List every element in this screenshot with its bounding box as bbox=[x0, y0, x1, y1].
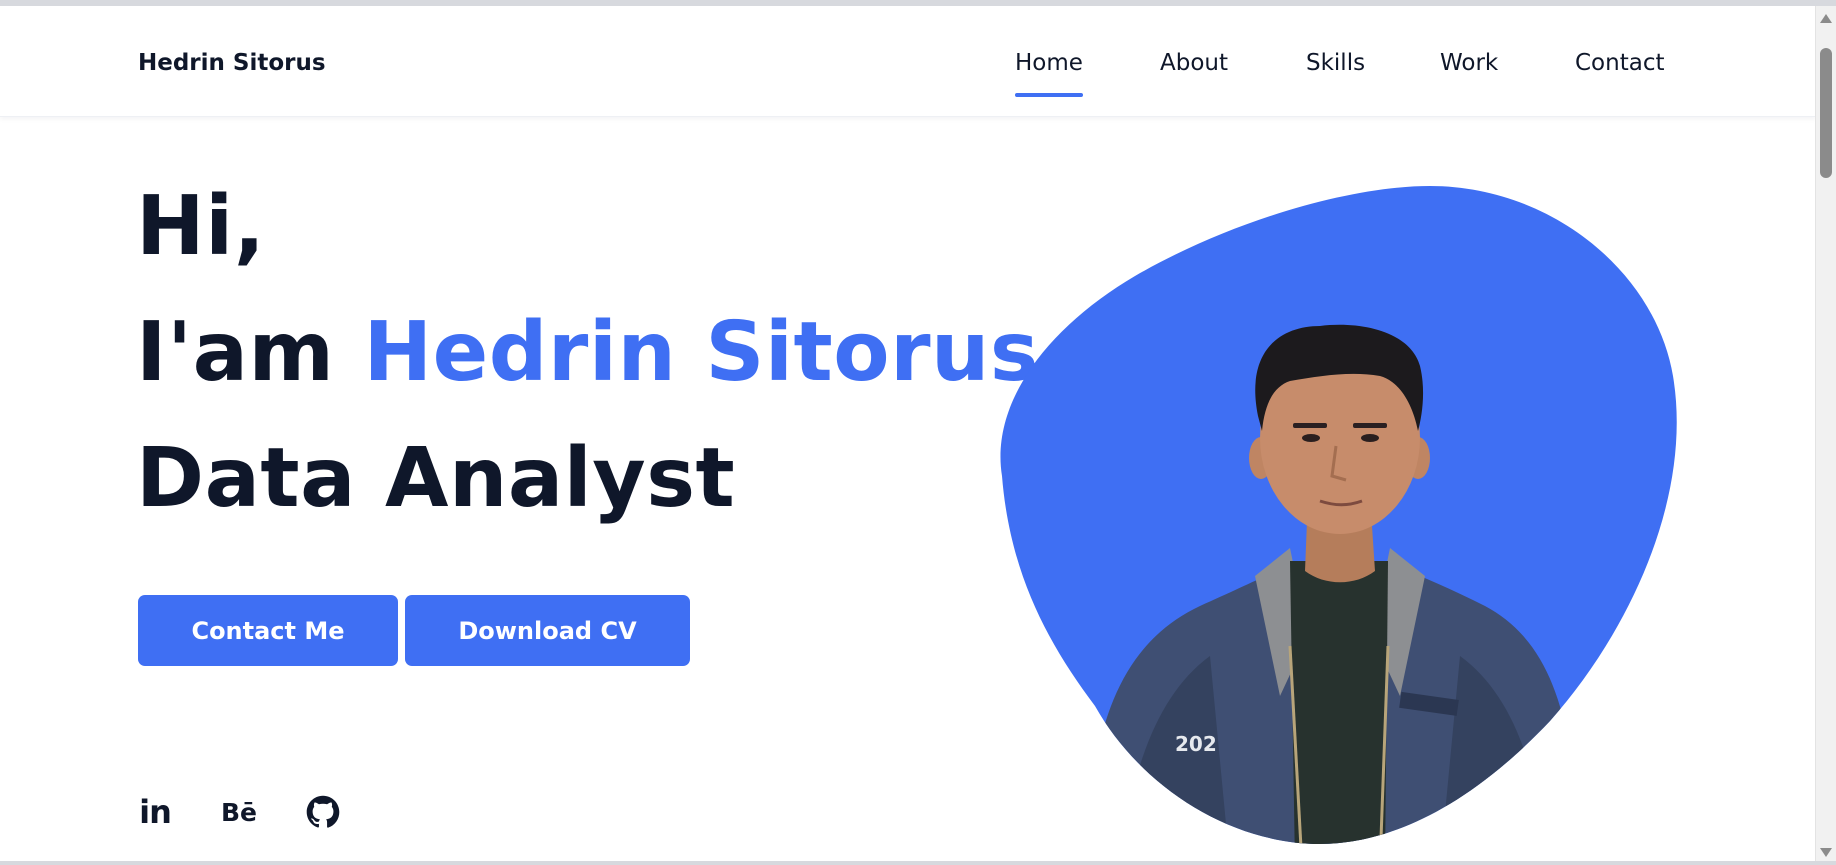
jacket-text: 202 bbox=[1175, 732, 1217, 756]
hero-intro-prefix: I'am bbox=[136, 305, 335, 400]
hero-portrait-blob: 202 bbox=[1000, 186, 1677, 844]
browser-window: Hedrin Sitorus Home About Skills Work Co… bbox=[0, 0, 1836, 865]
nav-home[interactable]: Home bbox=[1015, 50, 1083, 97]
contact-me-button[interactable]: Contact Me bbox=[138, 595, 398, 666]
hero-greeting: Hi, bbox=[136, 179, 266, 274]
nav-work[interactable]: Work bbox=[1440, 50, 1498, 76]
brand-logo[interactable]: Hedrin Sitorus bbox=[138, 50, 326, 76]
github-icon[interactable] bbox=[303, 792, 343, 832]
behance-icon[interactable]: Bē bbox=[219, 792, 259, 832]
behance-glyph: Bē bbox=[220, 797, 257, 827]
linkedin-icon[interactable]: in bbox=[135, 792, 175, 832]
vertical-scrollbar[interactable] bbox=[1815, 6, 1836, 865]
download-cv-button[interactable]: Download CV bbox=[405, 595, 690, 666]
nav-about[interactable]: About bbox=[1160, 50, 1228, 76]
hero-name: Hedrin Sitorus bbox=[363, 305, 1040, 400]
linkedin-glyph: in bbox=[139, 793, 172, 831]
scroll-thumb[interactable] bbox=[1820, 48, 1832, 178]
github-logo-svg bbox=[306, 795, 340, 828]
scroll-down-arrow-icon[interactable] bbox=[1820, 848, 1832, 857]
nav-contact[interactable]: Contact bbox=[1575, 50, 1664, 76]
site-header: Hedrin Sitorus Home About Skills Work Co… bbox=[0, 6, 1816, 117]
window-bottom-edge bbox=[0, 861, 1836, 865]
hero-intro: I'am Hedrin Sitorus bbox=[136, 312, 1039, 394]
nav-skills[interactable]: Skills bbox=[1306, 50, 1365, 76]
scroll-up-arrow-icon[interactable] bbox=[1820, 14, 1832, 23]
hero-role: Data Analyst bbox=[136, 431, 736, 526]
